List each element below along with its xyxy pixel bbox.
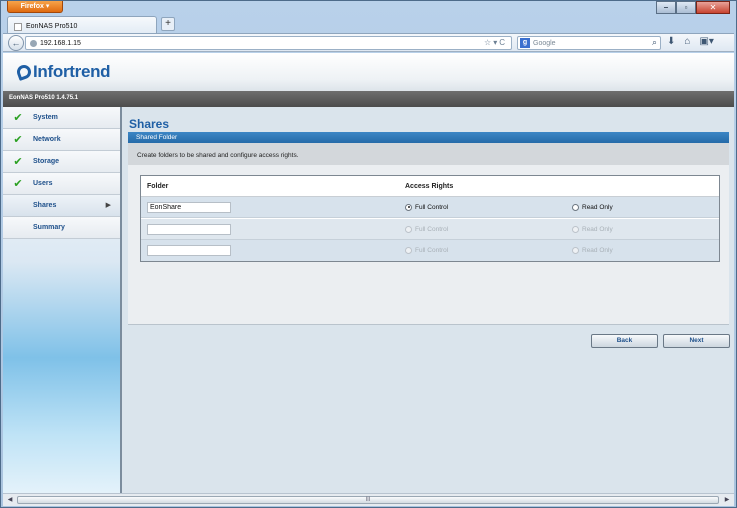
- minimize-button[interactable]: –: [656, 1, 676, 14]
- close-button[interactable]: ✕: [696, 1, 730, 14]
- next-button[interactable]: Next: [663, 334, 730, 348]
- scroll-right-arrow-icon[interactable]: ▶: [722, 496, 732, 505]
- checkmark-icon: ✔: [13, 112, 23, 124]
- page-title: Shares: [129, 117, 170, 131]
- search-bar[interactable]: g Google ⌕: [517, 36, 661, 50]
- firefox-menu-button[interactable]: Firefox ▾: [7, 1, 63, 13]
- read-only-radio: Read Only: [572, 247, 613, 254]
- sidebar-item-summary[interactable]: Summary: [3, 217, 120, 239]
- checkmark-icon: ✔: [13, 178, 23, 190]
- google-icon: g: [520, 38, 530, 48]
- table-row: Full Control Read Only: [141, 197, 719, 218]
- checkmark-icon: ✔: [13, 156, 23, 168]
- folder-name-input[interactable]: [147, 223, 231, 235]
- url-bar[interactable]: 192.168.1.15 ☆▾C: [25, 36, 512, 50]
- browser-window: Firefox ▾ – ▫ ✕ EonNAS Pro510 + ← 192.16…: [0, 0, 737, 508]
- section-header: Shared Folder: [128, 132, 729, 143]
- table-header: Folder Access Rights: [141, 176, 719, 197]
- home-icon[interactable]: ⌂: [684, 36, 690, 47]
- sidebar-item-shares[interactable]: Shares ▶: [3, 195, 120, 217]
- access-column-header: Access Rights: [405, 182, 454, 190]
- arrow-right-icon: ▶: [105, 202, 111, 209]
- search-icon[interactable]: ⌕: [652, 37, 657, 48]
- full-control-radio: Full Control: [405, 247, 448, 254]
- wizard-sidebar: ✔ System ✔ Network ✔ Storage ✔ Users Sha…: [3, 107, 122, 493]
- browser-tab[interactable]: EonNAS Pro510: [7, 16, 157, 33]
- scrollbar-thumb[interactable]: III: [17, 496, 719, 504]
- brand-header: Infortrend: [3, 53, 734, 91]
- back-button[interactable]: Back: [591, 334, 658, 348]
- navigation-bar: ← 192.168.1.15 ☆▾C g Google ⌕ ⬇ ⌂ ▣▾: [3, 33, 734, 52]
- folder-column-header: Folder: [147, 182, 169, 190]
- download-icon[interactable]: ⬇: [667, 36, 675, 47]
- back-arrow-icon[interactable]: ←: [8, 35, 24, 51]
- folder-name-input[interactable]: [147, 201, 231, 213]
- version-label: EonNAS Pro510 1.4.75.1: [3, 91, 734, 107]
- page-viewport: Infortrend EonNAS Pro510 1.4.75.1 ✔ Syst…: [3, 53, 734, 493]
- full-control-radio[interactable]: Full Control: [405, 203, 448, 211]
- new-tab-button[interactable]: +: [161, 17, 175, 31]
- shares-panel: Folder Access Rights Full Control Read O…: [128, 165, 729, 325]
- maximize-button[interactable]: ▫: [676, 1, 696, 14]
- section-description: Create folders to be shared and configur…: [128, 143, 729, 165]
- read-only-radio[interactable]: Read Only: [572, 203, 613, 211]
- sidebar-item-system[interactable]: ✔ System: [3, 107, 120, 129]
- tab-title: EonNAS Pro510: [26, 23, 78, 30]
- sidebar-item-storage[interactable]: ✔ Storage: [3, 151, 120, 173]
- checkmark-icon: ✔: [13, 134, 23, 146]
- sidebar-item-users[interactable]: ✔ Users: [3, 173, 120, 195]
- logo-mark-icon: [15, 63, 33, 81]
- table-row: Full Control Read Only: [141, 219, 719, 240]
- infortrend-logo: Infortrend: [15, 62, 111, 82]
- sidebar-item-network[interactable]: ✔ Network: [3, 129, 120, 151]
- main-content: Shares Shared Folder Create folders to b…: [124, 107, 734, 493]
- page-icon: [14, 22, 22, 31]
- folder-name-input[interactable]: [147, 245, 231, 256]
- globe-icon: [30, 39, 37, 47]
- table-row: Full Control Read Only: [141, 240, 719, 261]
- shares-table: Folder Access Rights Full Control Read O…: [140, 175, 720, 262]
- bookmark-star-icon[interactable]: ☆▾C: [484, 38, 507, 47]
- window-controls: – ▫ ✕: [656, 1, 730, 14]
- url-text: 192.168.1.15: [40, 39, 81, 47]
- menu-icon[interactable]: ▣▾: [699, 36, 713, 47]
- horizontal-scrollbar[interactable]: ◀ III ▶: [3, 493, 734, 506]
- title-bar: Firefox ▾ – ▫ ✕: [1, 1, 736, 15]
- full-control-radio: Full Control: [405, 225, 448, 233]
- toolbar-icons: ⬇ ⌂ ▣▾: [667, 36, 714, 47]
- read-only-radio: Read Only: [572, 225, 613, 233]
- search-placeholder: Google: [533, 39, 556, 47]
- scroll-left-arrow-icon[interactable]: ◀: [5, 496, 15, 505]
- tab-strip: EonNAS Pro510 +: [3, 15, 734, 33]
